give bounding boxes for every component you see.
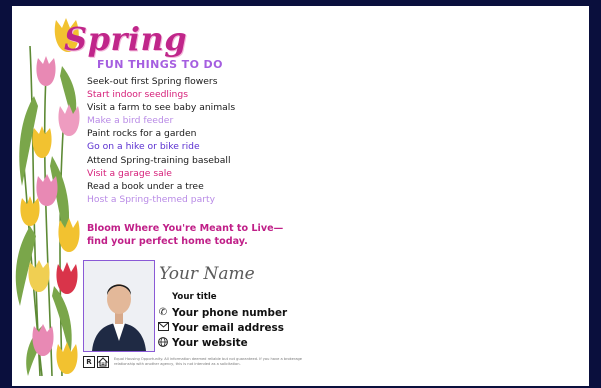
tulip-bouquet-illustration (15, 18, 80, 377)
envelope-icon (157, 321, 169, 334)
globe-icon (157, 336, 169, 349)
activity-item: Start indoor seedlings (87, 89, 188, 101)
agent-portrait-image (84, 261, 154, 351)
card-title: Spring (64, 20, 188, 58)
agent-photo (83, 260, 155, 352)
activity-item: Go on a hike or bike ride (87, 141, 200, 153)
activity-item: Visit a farm to see baby animals (87, 102, 236, 114)
activity-item: Make a bird feeder (87, 115, 174, 127)
activity-item: Visit a garage sale (87, 167, 172, 179)
activity-item: Paint rocks for a garden (87, 128, 197, 140)
website: Your website (172, 336, 248, 349)
phone-icon: ✆ (158, 306, 168, 318)
agent-signature: Your Name (159, 264, 255, 284)
phone-number: Your phone number (172, 306, 288, 319)
contact-details: ✆ Your phone number Your email address Y… (157, 305, 287, 350)
agent-title: Your title (172, 292, 217, 302)
disclaimer-text: Equal Housing Opportunity. All informati… (114, 357, 303, 366)
tagline: Bloom Where You're Meant to Live— find y… (87, 222, 283, 248)
legal-footer: R Equal Housing Opportunity. All informa… (83, 355, 318, 369)
postcard: Spring FUN THINGS TO DO Seek-out first S… (12, 6, 589, 386)
card-subtitle: FUN THINGS TO DO (97, 58, 223, 71)
activity-item: Seek-out first Spring flowers (87, 76, 218, 87)
activity-item: Read a book under a tree (87, 180, 204, 192)
tagline-line-2: find your perfect home today. (87, 236, 248, 247)
activity-item: Host a Spring-themed party (87, 193, 216, 205)
email-row: Your email address (157, 320, 287, 335)
activity-list: Seek-out first Spring flowers Start indoo… (87, 75, 235, 206)
email-address: Your email address (172, 321, 284, 334)
tagline-line-1: Bloom Where You're Meant to Live— (87, 223, 284, 234)
website-row: Your website (157, 335, 287, 350)
equal-housing-icon (97, 356, 109, 368)
phone-row: ✆ Your phone number (157, 305, 287, 320)
realtor-logo-icon: R (83, 356, 95, 368)
activity-item: Attend Spring-training baseball (87, 154, 231, 166)
